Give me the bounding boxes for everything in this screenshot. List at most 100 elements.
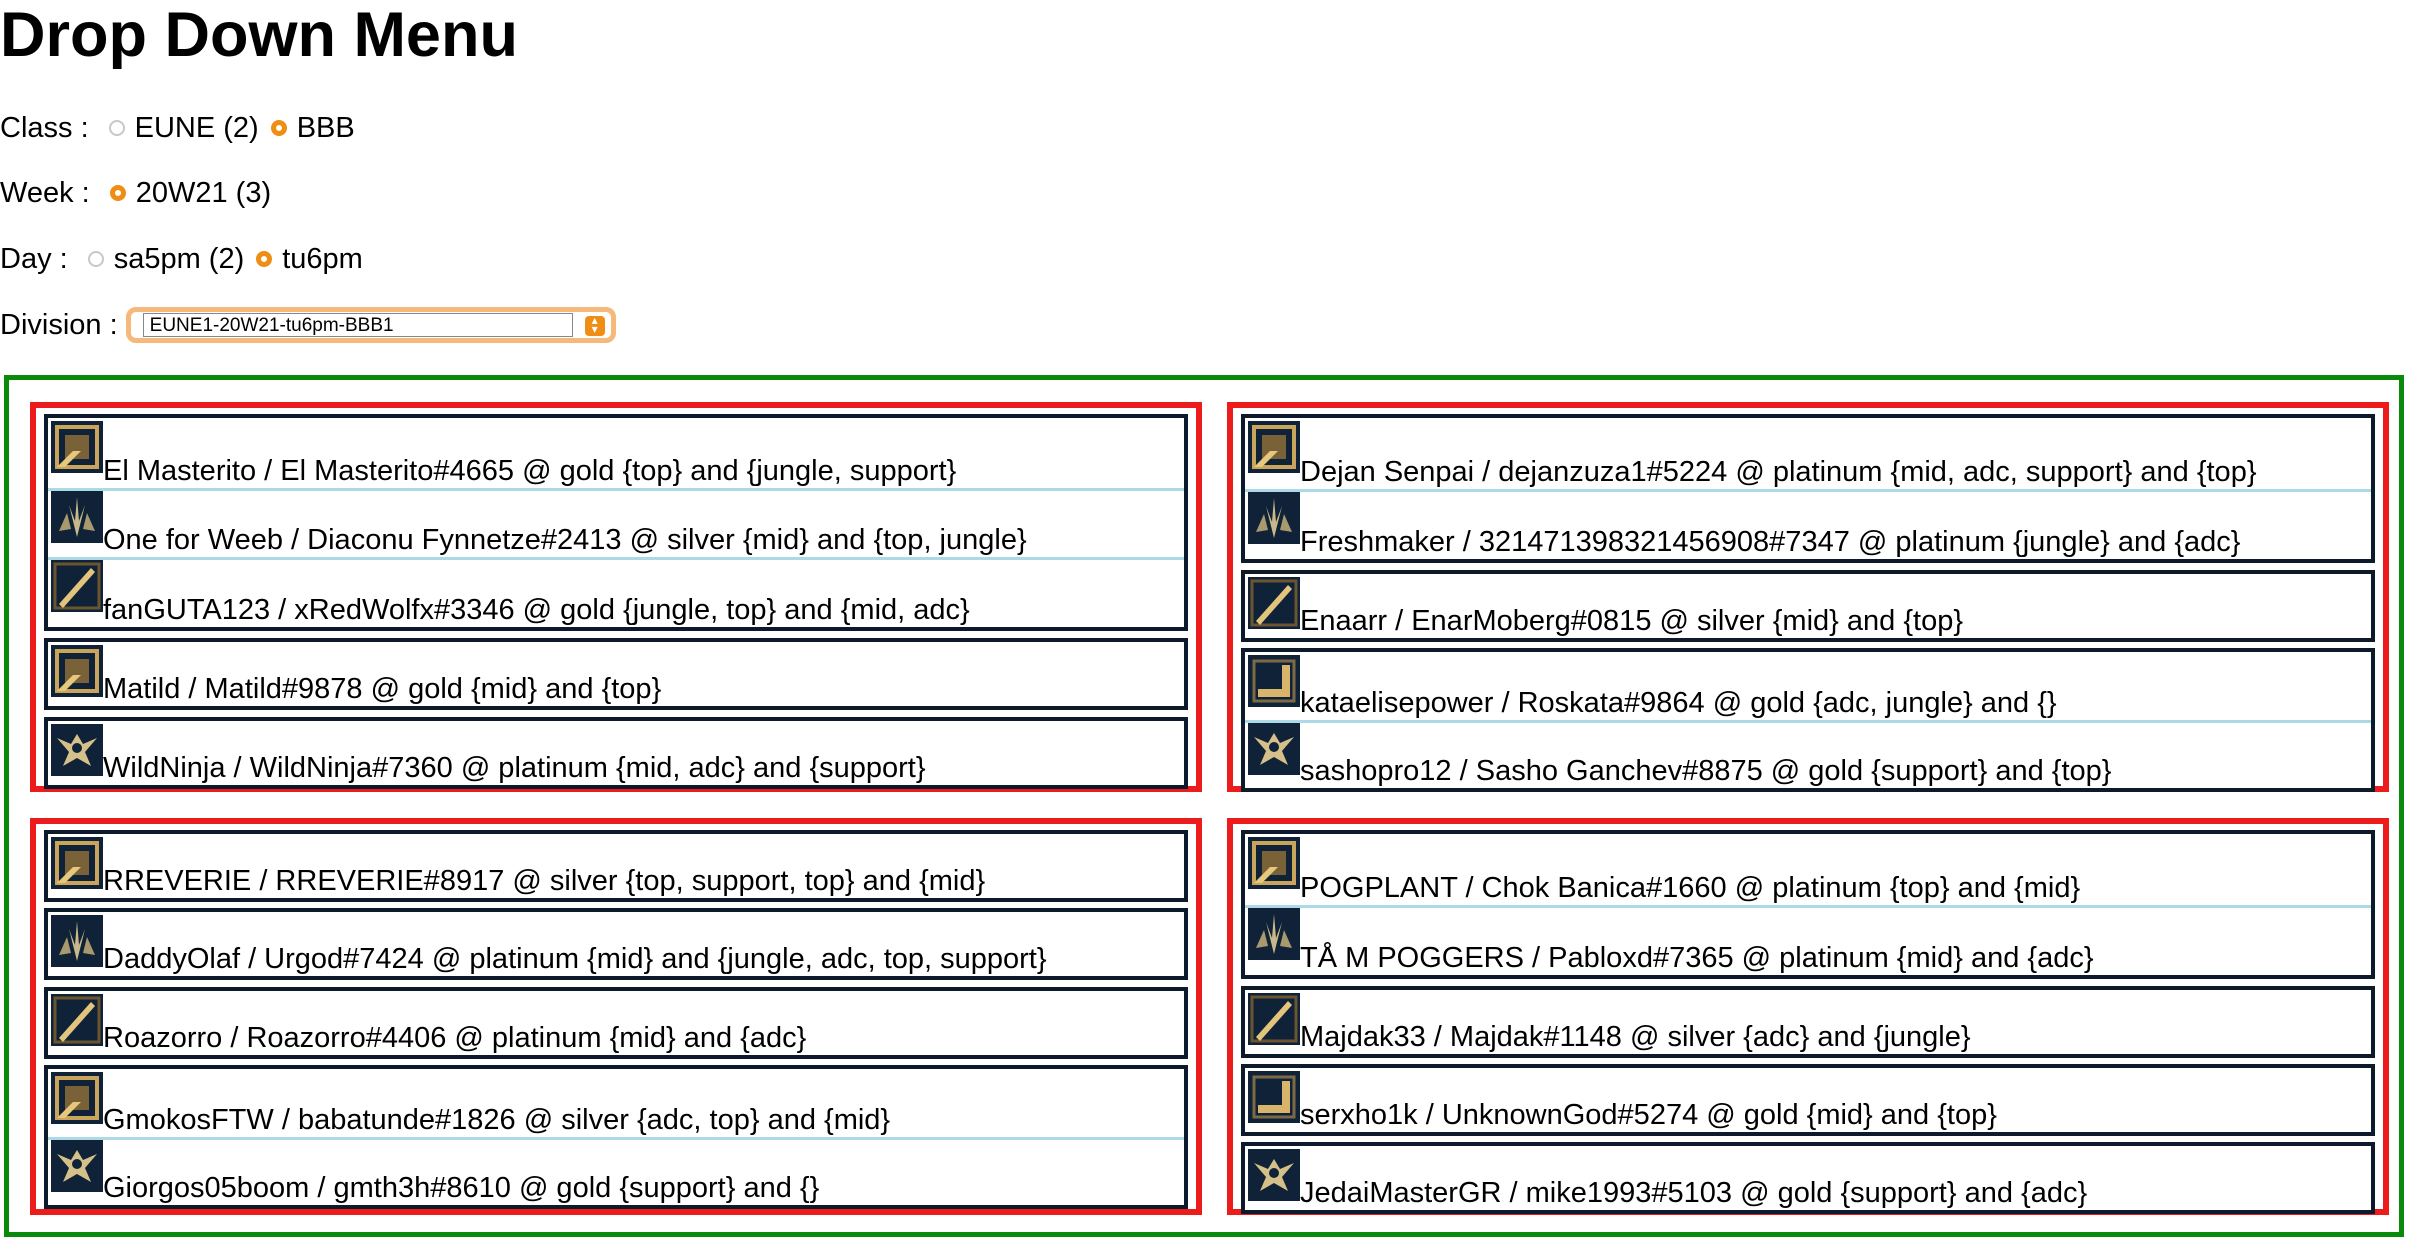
team-box: Enaarr / EnarMoberg#0815 @ silver {mid} … — [1241, 570, 2375, 642]
division-select[interactable]: EUNE1-20W21-tu6pm-BBB1 ▴ ▾ — [125, 307, 616, 343]
class-option-bbb[interactable]: BBB — [270, 111, 355, 145]
class-option-eune-label: EUNE (2) — [134, 111, 259, 144]
support-emblem-icon — [1248, 1149, 1300, 1201]
player-text: serxho1k / UnknownGod#5274 @ gold {mid} … — [1300, 1099, 1997, 1131]
class-label: Class : — [0, 111, 89, 144]
player-text: TÅ M POGGERS / Pabloxd#7365 @ platinum {… — [1300, 942, 2094, 974]
division-group: RREVERIE / RREVERIE#8917 @ silver {top, … — [30, 818, 1202, 1215]
blade-emblem-icon — [1248, 993, 1300, 1045]
square-emblem-icon — [51, 837, 103, 889]
week-label: Week : — [0, 176, 90, 209]
team-box: RREVERIE / RREVERIE#8917 @ silver {top, … — [44, 830, 1188, 902]
player-entry: El Masterito / El Masterito#4665 @ gold … — [48, 418, 1184, 491]
player-entry: fanGUTA123 / xRedWolfx#3346 @ gold {jung… — [48, 557, 1184, 627]
class-filter: Class : EUNE (2) BBB — [0, 108, 367, 148]
team-box: WildNinja / WildNinja#7360 @ platinum {m… — [44, 717, 1188, 789]
team-box: Matild / Matild#9878 @ gold {mid} and {t… — [44, 638, 1188, 710]
team-box: JedaiMasterGR / mike1993#5103 @ gold {su… — [1241, 1142, 2375, 1214]
player-entry: RREVERIE / RREVERIE#8917 @ silver {top, … — [48, 834, 1184, 898]
square-emblem-icon — [1248, 837, 1300, 889]
division-group: El Masterito / El Masterito#4665 @ gold … — [30, 402, 1202, 792]
player-text: Dejan Senpai / dejanzuza1#5224 @ platinu… — [1300, 455, 2257, 488]
team-box: DaddyOlaf / Urgod#7424 @ platinum {mid} … — [44, 908, 1188, 980]
player-text: GmokosFTW / babatunde#1826 @ silver {adc… — [103, 1104, 891, 1136]
player-entry: DaddyOlaf / Urgod#7424 @ platinum {mid} … — [48, 912, 1184, 976]
player-text: Matild / Matild#9878 @ gold {mid} and {t… — [103, 673, 662, 705]
player-entry: Giorgos05boom / gmth3h#8610 @ gold {supp… — [48, 1137, 1184, 1205]
team-box: Majdak33 / Majdak#1148 @ silver {adc} an… — [1241, 986, 2375, 1058]
player-text: kataelisepower / Roskata#9864 @ gold {ad… — [1300, 687, 2057, 719]
player-text: El Masterito / El Masterito#4665 @ gold … — [103, 454, 957, 487]
player-text: WildNinja / WildNinja#7360 @ platinum {m… — [103, 752, 926, 784]
day-label: Day : — [0, 242, 68, 275]
team-box: Roazorro / Roazorro#4406 @ platinum {mid… — [44, 987, 1188, 1059]
class-option-eune[interactable]: EUNE (2) — [108, 111, 259, 145]
division-filter: Division : EUNE1-20W21-tu6pm-BBB1 ▴ ▾ — [0, 305, 616, 345]
player-entry: WildNinja / WildNinja#7360 @ platinum {m… — [48, 721, 1184, 785]
jungle-claw-icon — [51, 915, 103, 967]
support-emblem-icon — [1248, 723, 1300, 775]
week-option-20w21[interactable]: 20W21 (3) — [109, 176, 272, 210]
support-emblem-icon — [51, 724, 103, 776]
player-text: Giorgos05boom / gmth3h#8610 @ gold {supp… — [103, 1172, 820, 1204]
radio-sa5pm[interactable] — [87, 251, 104, 267]
player-text: Majdak33 / Majdak#1148 @ silver {adc} an… — [1300, 1021, 1971, 1053]
square-emblem-icon — [51, 645, 103, 697]
team-box: El Masterito / El Masterito#4665 @ gold … — [44, 414, 1188, 631]
radio-bbb[interactable] — [270, 120, 287, 136]
player-text: POGPLANT / Chok Banica#1660 @ platinum {… — [1300, 871, 2081, 904]
player-entry: Enaarr / EnarMoberg#0815 @ silver {mid} … — [1245, 574, 2371, 638]
team-box: GmokosFTW / babatunde#1826 @ silver {adc… — [44, 1065, 1188, 1209]
day-option-tu6pm[interactable]: tu6pm — [256, 243, 363, 276]
player-entry: Dejan Senpai / dejanzuza1#5224 @ platinu… — [1245, 418, 2371, 492]
support-emblem-icon — [51, 1140, 103, 1192]
week-option-20w21-label: 20W21 (3) — [135, 176, 272, 209]
player-text: One for Weeb / Diaconu Fynnetze#2413 @ s… — [103, 524, 1027, 557]
team-box: POGPLANT / Chok Banica#1660 @ platinum {… — [1241, 830, 2375, 979]
corner-emblem-icon — [1248, 1071, 1300, 1123]
select-arrows-icon[interactable]: ▴ ▾ — [584, 314, 605, 336]
divisions-container: El Masterito / El Masterito#4665 @ gold … — [4, 375, 2404, 1237]
day-option-sa5pm-label: sa5pm (2) — [113, 242, 245, 275]
player-entry: POGPLANT / Chok Banica#1660 @ platinum {… — [1245, 834, 2371, 908]
square-emblem-icon — [51, 1072, 103, 1124]
player-entry: Majdak33 / Majdak#1148 @ silver {adc} an… — [1245, 990, 2371, 1054]
day-option-sa5pm[interactable]: sa5pm (2) — [87, 242, 245, 276]
player-text: Enaarr / EnarMoberg#0815 @ silver {mid} … — [1300, 605, 1964, 637]
player-entry: TÅ M POGGERS / Pabloxd#7365 @ platinum {… — [1245, 905, 2371, 976]
player-text: JedaiMasterGR / mike1993#5103 @ gold {su… — [1300, 1177, 2088, 1209]
player-text: DaddyOlaf / Urgod#7424 @ platinum {mid} … — [103, 943, 1047, 975]
player-entry: kataelisepower / Roskata#9864 @ gold {ad… — [1245, 652, 2371, 723]
player-entry: serxho1k / UnknownGod#5274 @ gold {mid} … — [1245, 1068, 2371, 1132]
jungle-claw-icon — [51, 490, 103, 543]
class-option-bbb-label: BBB — [296, 111, 355, 144]
square-emblem-icon — [1248, 421, 1300, 473]
player-text: fanGUTA123 / xRedWolfx#3346 @ gold {jung… — [103, 593, 970, 626]
jungle-claw-icon — [1248, 491, 1300, 544]
jungle-claw-icon — [1248, 907, 1300, 960]
day-option-tu6pm-label: tu6pm — [282, 242, 363, 275]
team-box: serxho1k / UnknownGod#5274 @ gold {mid} … — [1241, 1064, 2375, 1136]
player-entry: GmokosFTW / babatunde#1826 @ silver {adc… — [48, 1069, 1184, 1140]
division-group: Dejan Senpai / dejanzuza1#5224 @ platinu… — [1227, 402, 2389, 792]
team-box: kataelisepower / Roskata#9864 @ gold {ad… — [1241, 648, 2375, 792]
blade-emblem-icon — [51, 560, 103, 613]
corner-emblem-icon — [1248, 655, 1300, 707]
radio-20w21[interactable] — [109, 185, 126, 201]
player-entry: JedaiMasterGR / mike1993#5103 @ gold {su… — [1245, 1146, 2371, 1210]
blade-emblem-icon — [51, 994, 103, 1046]
player-entry: One for Weeb / Diaconu Fynnetze#2413 @ s… — [48, 488, 1184, 561]
square-emblem-icon — [51, 421, 103, 473]
player-text: RREVERIE / RREVERIE#8917 @ silver {top, … — [103, 865, 986, 897]
division-label: Division : — [0, 308, 118, 341]
radio-eune[interactable] — [108, 120, 125, 136]
player-entry: Freshmaker / 321471398321456908#7347 @ p… — [1245, 489, 2371, 560]
division-select-value[interactable]: EUNE1-20W21-tu6pm-BBB1 — [142, 313, 573, 337]
team-box: Dejan Senpai / dejanzuza1#5224 @ platinu… — [1241, 414, 2375, 563]
radio-tu6pm[interactable] — [256, 251, 273, 267]
player-entry: sashopro12 / Sasho Ganchev#8875 @ gold {… — [1245, 720, 2371, 788]
week-filter: Week : 20W21 (3) — [0, 173, 283, 213]
player-entry: Roazorro / Roazorro#4406 @ platinum {mid… — [48, 991, 1184, 1055]
player-entry: Matild / Matild#9878 @ gold {mid} and {t… — [48, 642, 1184, 706]
division-group: POGPLANT / Chok Banica#1660 @ platinum {… — [1227, 818, 2389, 1215]
